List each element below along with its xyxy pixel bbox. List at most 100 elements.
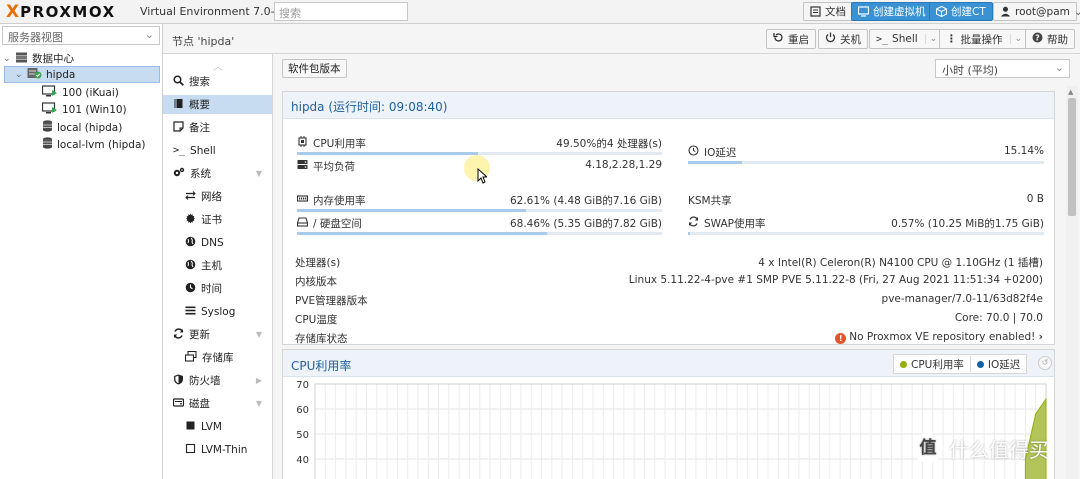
info-value: Core: 70.0 | 70.0 bbox=[954, 312, 1043, 324]
swap-usage-label: SWAP使用率 bbox=[704, 217, 766, 230]
user-icon bbox=[1000, 6, 1011, 17]
chart-reset-icon[interactable]: ↺ bbox=[1038, 356, 1052, 370]
nav-dns[interactable]: DNS bbox=[163, 233, 272, 252]
disk-icon bbox=[172, 397, 185, 411]
svg-text:?: ? bbox=[1035, 34, 1040, 43]
logo-word: PROXMOX bbox=[20, 3, 116, 21]
product-version: Virtual Environment 7.0-11 bbox=[140, 5, 289, 18]
tree-vm-100[interactable]: 100 (iKuai) bbox=[41, 84, 119, 101]
y-tick-label: 50 bbox=[296, 430, 309, 441]
certificate-icon bbox=[185, 213, 196, 227]
help-button[interactable]: ? 帮助 bbox=[1025, 29, 1075, 49]
logo-x: X bbox=[6, 2, 20, 22]
repository-icon bbox=[184, 350, 197, 365]
chevron-up-icon[interactable]: ︿ bbox=[213, 58, 223, 73]
nav-label: 系统 bbox=[190, 168, 211, 180]
nav-disks[interactable]: 磁盘 ▼ bbox=[163, 394, 272, 413]
chart-legend: CPU利用率 IO延迟 bbox=[893, 354, 1028, 374]
book-icon bbox=[810, 6, 821, 17]
nav-system[interactable]: 系统 ▼ bbox=[163, 164, 272, 183]
power-icon bbox=[825, 32, 836, 46]
shield-icon bbox=[173, 374, 184, 388]
hdd-icon bbox=[296, 216, 309, 230]
create-ct-button[interactable]: 创建CT bbox=[929, 2, 993, 21]
monitor-icon bbox=[857, 6, 870, 17]
proxmox-logo[interactable]: X PROXMOX bbox=[6, 2, 116, 22]
docs-button[interactable]: 文档 bbox=[803, 2, 853, 21]
clock-icon bbox=[688, 145, 699, 159]
tree-storage-local[interactable]: local (hipda) bbox=[42, 119, 122, 136]
gears-icon bbox=[173, 167, 185, 181]
nav-time[interactable]: 时间 bbox=[163, 279, 272, 298]
legend-item-io-delay[interactable]: IO延迟 bbox=[971, 357, 1026, 372]
nav-firewall[interactable]: 防火墙 ▶ bbox=[163, 371, 272, 390]
bulk-actions-button[interactable]: ⋮ 批量操作 ⌄ bbox=[939, 29, 1030, 49]
scroll-up-icon[interactable]: ▲ bbox=[1068, 88, 1073, 96]
io-delay-bar bbox=[688, 161, 1044, 164]
cpu-usage-value: 49.50%的4 处理器(s) bbox=[556, 138, 662, 150]
nav-repositories[interactable]: 存储库 bbox=[163, 348, 272, 367]
clock-icon bbox=[185, 282, 196, 296]
package-versions-button[interactable]: 软件包版本 bbox=[282, 59, 347, 78]
collapse-caret-icon: ▼ bbox=[255, 169, 262, 178]
nav-lvm-thin[interactable]: LVM-Thin bbox=[163, 440, 272, 459]
info-key: CPU温度 bbox=[295, 314, 338, 326]
io-delay-value: 15.14% bbox=[1003, 145, 1044, 157]
search-input[interactable]: 搜索 bbox=[274, 2, 408, 21]
vm-running-icon bbox=[41, 85, 58, 100]
nav-syslog[interactable]: Syslog bbox=[163, 302, 272, 321]
info-row-repository-status[interactable]: 存储库状态 ! No Proxmox VE repository enabled!… bbox=[295, 331, 1043, 345]
content-scrollbar[interactable]: ▲ bbox=[1066, 86, 1078, 479]
legend-label: IO延迟 bbox=[987, 358, 1021, 371]
create-vm-button[interactable]: 创建虚拟机 bbox=[851, 2, 933, 21]
nav-search[interactable]: 搜索 bbox=[163, 72, 272, 91]
restart-label: 重启 bbox=[788, 33, 809, 46]
square-icon bbox=[185, 420, 196, 434]
info-key: PVE管理器版本 bbox=[295, 295, 368, 307]
nav-lvm[interactable]: LVM bbox=[163, 417, 272, 436]
info-row-pve-manager: PVE管理器版本 pve-manager/7.0-11/63d82f4e bbox=[295, 293, 1043, 307]
square-outline-icon bbox=[185, 443, 196, 457]
storage-icon bbox=[42, 120, 53, 135]
tree-node-hipda[interactable]: ⌄ hipda bbox=[4, 66, 160, 83]
user-menu-button[interactable]: root@pam ⌄ bbox=[993, 2, 1080, 21]
cpu-usage-row: CPU利用率 49.50%的4 处理器(s) bbox=[297, 136, 662, 150]
y-tick-label: 70 bbox=[296, 380, 309, 391]
view-select[interactable]: 服务器视图 ⌄ bbox=[2, 26, 160, 45]
node-header: 节点 'hipda' 重启 关机 >_ Shell ⌄ ⋮ 批量操作 ⌄ ? 帮… bbox=[163, 24, 1080, 54]
tree-datacenter[interactable]: ⌄ 数据中心 bbox=[3, 50, 74, 67]
repository-warning[interactable]: ! No Proxmox VE repository enabled! › bbox=[835, 331, 1043, 344]
tree-storage-local-lvm[interactable]: local-lvm (hipda) bbox=[42, 136, 145, 153]
nav-updates[interactable]: 更新 ▼ bbox=[163, 325, 272, 344]
info-key: 内核版本 bbox=[295, 276, 337, 288]
legend-item-cpu[interactable]: CPU利用率 bbox=[894, 357, 970, 372]
swap-usage-bar bbox=[688, 232, 1044, 235]
chevron-down-icon: ⌄ bbox=[1054, 61, 1064, 74]
terminal-icon: >_ bbox=[173, 145, 186, 156]
shell-button[interactable]: >_ Shell ⌄ bbox=[869, 29, 945, 49]
vm-label: 100 (iKuai) bbox=[62, 86, 119, 99]
nav-summary[interactable]: 概要 bbox=[163, 95, 272, 114]
nav-notes[interactable]: 备注 bbox=[163, 118, 272, 137]
io-delay-row: IO延迟 15.14% bbox=[688, 145, 1044, 159]
nav-label: 更新 bbox=[189, 329, 210, 341]
bulk-actions-label: 批量操作 bbox=[960, 33, 1003, 46]
info-key: 处理器(s) bbox=[295, 257, 341, 269]
scrollbar-thumb[interactable] bbox=[1068, 98, 1076, 216]
info-row-kernel: 内核版本 Linux 5.11.22-4-pve #1 SMP PVE 5.11… bbox=[295, 274, 1043, 288]
timeframe-select[interactable]: 小时 (平均) ⌄ bbox=[935, 59, 1070, 78]
restart-button[interactable]: 重启 bbox=[766, 29, 816, 49]
nav-shell[interactable]: >_ Shell bbox=[163, 141, 272, 160]
tree-vm-101[interactable]: 101 (Win10) bbox=[41, 101, 127, 118]
create-ct-label: 创建CT bbox=[951, 6, 986, 18]
cube-icon bbox=[935, 5, 948, 18]
shutdown-button[interactable]: 关机 bbox=[818, 29, 868, 49]
nav-certificates[interactable]: 证书 bbox=[163, 210, 272, 229]
chevron-down-icon[interactable]: ⌄ bbox=[924, 34, 937, 44]
nav-hosts[interactable]: 主机 bbox=[163, 256, 272, 275]
memory-usage-bar-fill bbox=[297, 209, 526, 212]
node-label: hipda bbox=[46, 68, 76, 81]
nav-network[interactable]: 网络 bbox=[163, 187, 272, 206]
vm-label: 101 (Win10) bbox=[62, 103, 127, 116]
legend-label: CPU利用率 bbox=[911, 358, 964, 371]
